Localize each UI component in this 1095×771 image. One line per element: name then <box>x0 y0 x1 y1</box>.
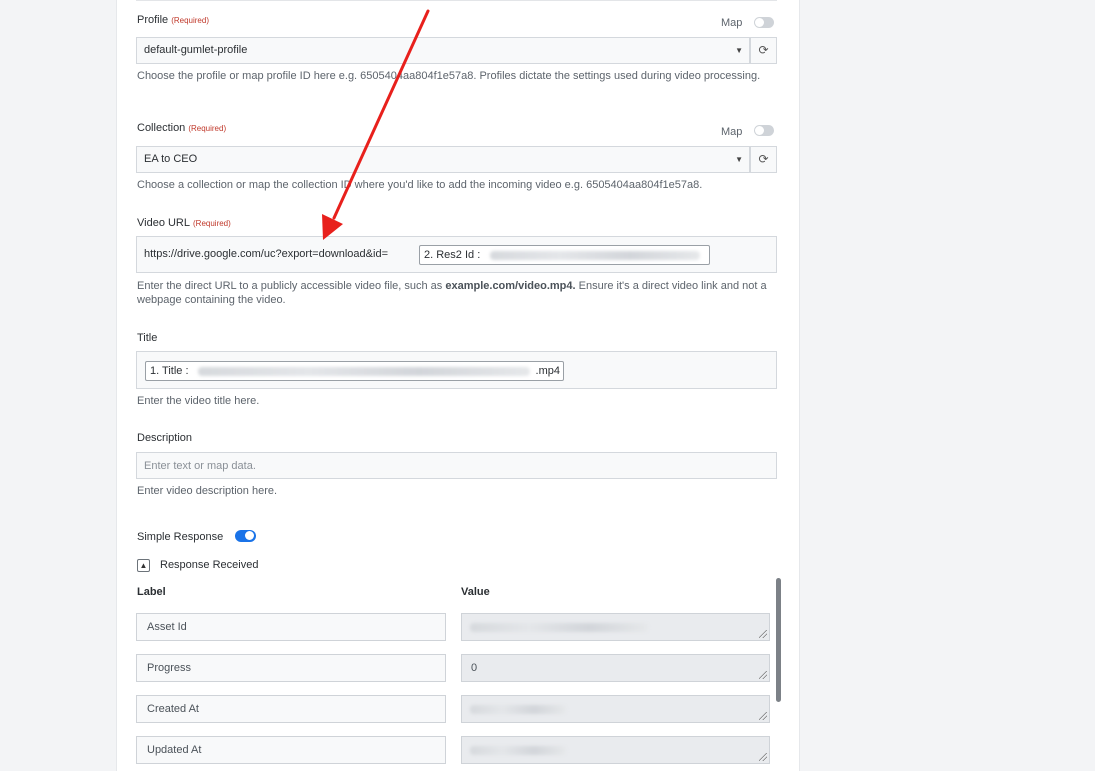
annotation-arrow-icon <box>322 9 430 240</box>
